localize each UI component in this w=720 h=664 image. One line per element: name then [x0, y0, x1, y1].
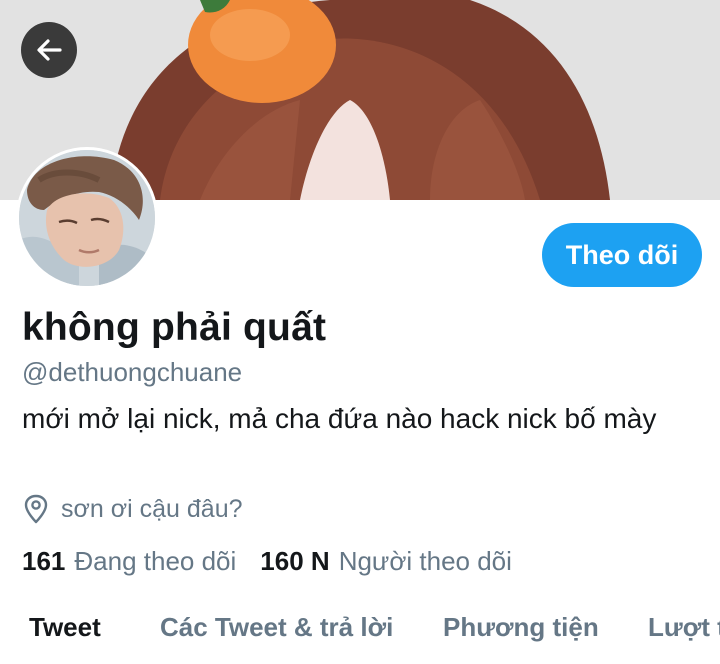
avatar-image	[19, 150, 155, 286]
location-pin-icon	[24, 494, 48, 524]
location: sơn ơi cậu đâu?	[22, 494, 243, 524]
bio: mới mở lại nick, mả cha đứa nào hack nic…	[22, 403, 657, 434]
display-name: không phải quất	[22, 306, 327, 349]
tab-media[interactable]: Phương tiện	[443, 612, 599, 643]
following-count[interactable]: 161	[22, 546, 65, 577]
handle: @dethuongchuane	[22, 357, 243, 387]
back-button[interactable]	[21, 22, 77, 78]
arrow-left-icon	[37, 39, 62, 61]
tab-tweet[interactable]: Tweet	[29, 612, 101, 643]
follow-button[interactable]: Theo dõi	[542, 223, 702, 287]
avatar[interactable]	[16, 147, 158, 289]
followers-label[interactable]: Người theo dõi	[339, 546, 512, 577]
location-text: sơn ơi cậu đâu?	[61, 494, 243, 523]
followers-count[interactable]: 160 N	[260, 546, 329, 577]
following-label[interactable]: Đang theo dõi	[74, 546, 236, 577]
tab-tweets-replies[interactable]: Các Tweet & trả lời	[160, 612, 393, 643]
profile-stats: 161 Đang theo dõi 160 N Người theo dõi	[22, 546, 512, 577]
tab-likes[interactable]: Lượt thích	[648, 612, 720, 643]
profile-tabs: Tweet Các Tweet & trả lời Phương tiện Lư…	[0, 606, 720, 664]
